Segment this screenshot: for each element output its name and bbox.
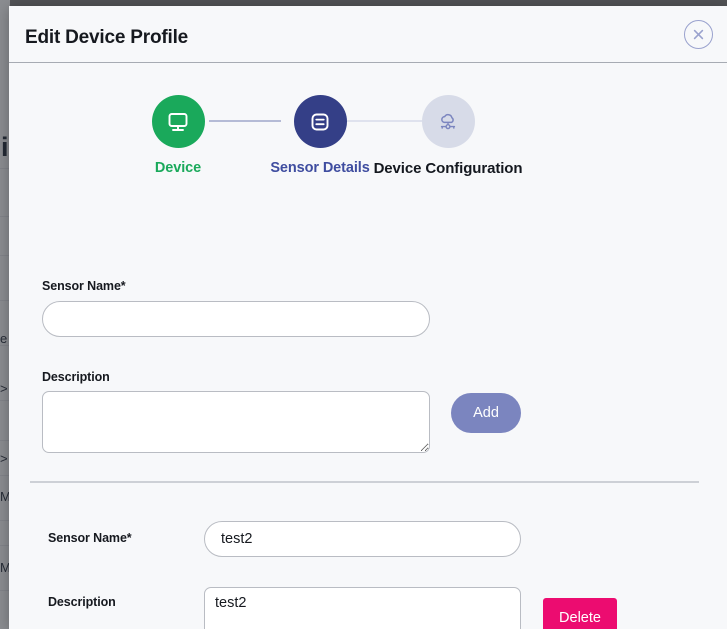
list-box-icon: [293, 95, 347, 148]
description-input[interactable]: [42, 391, 430, 453]
monitor-icon: [151, 95, 205, 148]
cloud-network-icon: [421, 95, 475, 148]
existing-sensor-name-input[interactable]: [204, 521, 521, 557]
description-label: Description: [42, 370, 110, 384]
existing-description-label: Description: [48, 595, 116, 609]
delete-button[interactable]: Delete: [543, 598, 617, 629]
stepper-label-device: Device: [154, 160, 202, 176]
dialog-header: Edit Device Profile: [9, 6, 727, 63]
wizard-stepper: Device Sensor Details Device Configurati…: [9, 95, 727, 215]
edit-device-profile-dialog: Edit Device Profile Device Sensor Detail…: [9, 6, 727, 629]
stepper-label-device-configuration: Device Configuration: [373, 160, 523, 177]
section-divider-top: [30, 481, 699, 483]
existing-description-input[interactable]: test2: [204, 587, 521, 629]
close-icon[interactable]: [684, 20, 713, 49]
dialog-body: Device Sensor Details Device Configurati…: [9, 63, 727, 629]
stepper-step-device[interactable]: Device: [98, 95, 258, 176]
add-button[interactable]: Add: [451, 393, 521, 433]
dialog-title: Edit Device Profile: [25, 27, 189, 48]
sensor-name-label: Sensor Name*: [42, 279, 126, 293]
stepper-step-device-configuration[interactable]: Device Configuration: [368, 95, 528, 177]
existing-sensor-name-label: Sensor Name*: [48, 531, 132, 545]
sensor-name-input[interactable]: [42, 301, 430, 337]
